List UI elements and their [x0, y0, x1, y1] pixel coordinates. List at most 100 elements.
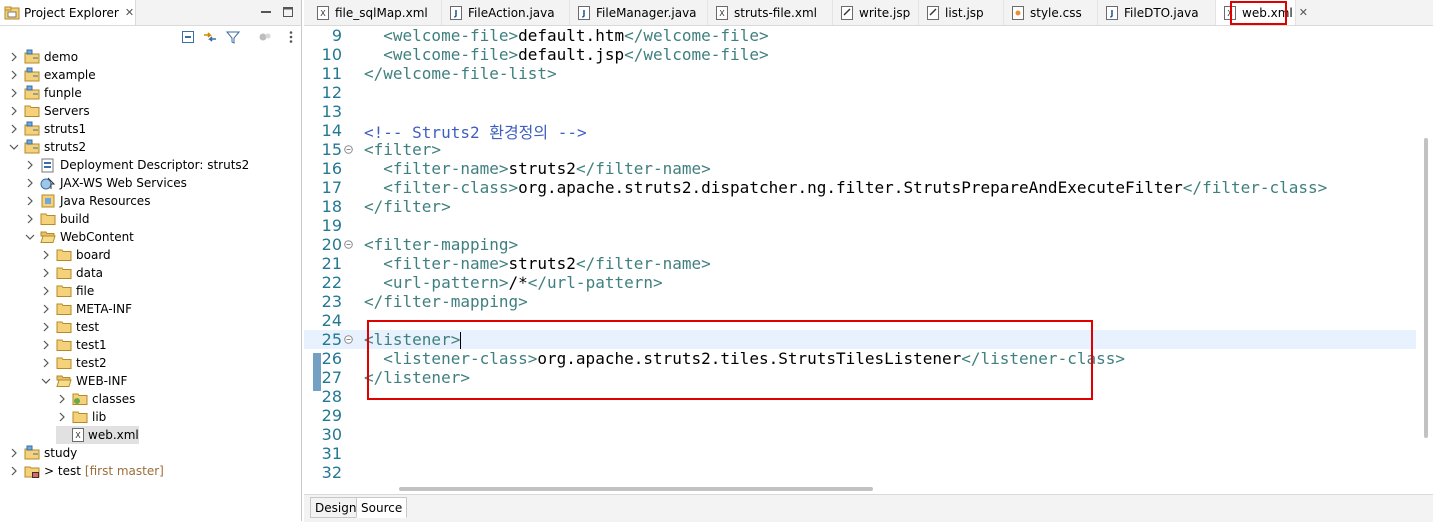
tree-item-test[interactable]: test: [40, 318, 99, 336]
chevron-down-icon[interactable]: [24, 231, 36, 243]
code-line[interactable]: 9 <welcome-file>default.htm</welcome-fil…: [304, 26, 1416, 45]
tab-web-xml[interactable]: Xweb.xml ✕: [1216, 0, 1308, 25]
code-line[interactable]: 10 <welcome-file>default.jsp</welcome-fi…: [304, 45, 1416, 64]
tree-item-build[interactable]: build: [24, 210, 90, 228]
tree-item-board[interactable]: board: [40, 246, 111, 264]
tree-item-data[interactable]: data: [40, 264, 103, 282]
link-with-editor-icon[interactable]: [202, 29, 218, 45]
tree-item-web-xml[interactable]: Xweb.xml: [56, 426, 139, 444]
code-line[interactable]: 26 <listener-class>org.apache.struts2.ti…: [304, 349, 1416, 368]
vertical-scrollbar[interactable]: [1419, 26, 1433, 484]
code-line[interactable]: 15 <filter>: [304, 140, 1416, 159]
chevron-right-icon[interactable]: [24, 177, 36, 189]
code-line[interactable]: 27 </listener>: [304, 368, 1416, 387]
chevron-right-icon[interactable]: [40, 339, 52, 351]
horizontal-scrollbar-thumb[interactable]: [399, 487, 873, 491]
tab-source[interactable]: Source: [356, 497, 408, 518]
code-line[interactable]: 11 </welcome-file-list>: [304, 64, 1416, 83]
chevron-right-icon[interactable]: [8, 447, 20, 459]
close-icon[interactable]: ✕: [125, 6, 134, 19]
chevron-right-icon[interactable]: [56, 411, 68, 423]
tree-item-java-resources[interactable]: Java Resources: [24, 192, 150, 210]
minimize-icon[interactable]: [258, 4, 274, 20]
tab-file-sqlmap-xml[interactable]: Xfile_sqlMap.xml: [309, 0, 442, 25]
code-line[interactable]: 21 <filter-name>struts2</filter-name>: [304, 254, 1416, 273]
tree-item-struts2[interactable]: struts2: [8, 138, 86, 156]
chevron-right-icon[interactable]: [24, 195, 36, 207]
tree-item-servers[interactable]: Servers: [8, 102, 90, 120]
code-line[interactable]: 16 <filter-name>struts2</filter-name>: [304, 159, 1416, 178]
chevron-right-icon[interactable]: [8, 69, 20, 81]
code-line[interactable]: 18 </filter>: [304, 197, 1416, 216]
tree-item-lib[interactable]: lib: [56, 408, 106, 426]
tree-item-meta-inf[interactable]: META-INF: [40, 300, 132, 318]
tree-item-funple[interactable]: funple: [8, 84, 82, 102]
tree-item-example[interactable]: example: [8, 66, 96, 84]
chevron-right-icon[interactable]: [8, 87, 20, 99]
code-line[interactable]: 22 <url-pattern>/*</url-pattern>: [304, 273, 1416, 292]
maximize-icon[interactable]: [280, 4, 296, 20]
tree-item-file[interactable]: file: [40, 282, 94, 300]
tree-item-webcontent[interactable]: WebContent: [24, 228, 134, 246]
tree-item-test2[interactable]: test2: [40, 354, 107, 372]
chevron-right-icon[interactable]: [24, 213, 36, 225]
horizontal-scrollbar[interactable]: [304, 484, 1419, 494]
focus-icon[interactable]: [257, 29, 273, 45]
tree-item-struts1[interactable]: struts1: [8, 120, 86, 138]
chevron-right-icon[interactable]: [24, 159, 36, 171]
chevron-right-icon[interactable]: [40, 303, 52, 315]
code-line[interactable]: 25 <listener>: [304, 330, 1416, 349]
code-line[interactable]: 31: [304, 444, 1416, 463]
tab-design[interactable]: Design: [310, 497, 362, 518]
tree-item-web-inf[interactable]: WEB-INF: [40, 372, 127, 390]
code-line[interactable]: 20 <filter-mapping>: [304, 235, 1416, 254]
tab-write-jsp[interactable]: write.jsp: [833, 0, 919, 25]
chevron-down-icon[interactable]: [40, 375, 52, 387]
tree-item-classes[interactable]: classes: [56, 390, 135, 408]
code-line[interactable]: 28: [304, 387, 1416, 406]
tree-item-label: demo: [44, 50, 79, 64]
tree-item-study[interactable]: study: [8, 444, 77, 462]
filter-icon[interactable]: [225, 29, 241, 45]
tree-item-jax-ws-web-services[interactable]: JAX-WS Web Services: [24, 174, 187, 192]
view-menu-icon[interactable]: [283, 29, 299, 45]
chevron-right-icon[interactable]: [8, 123, 20, 135]
tab-style-css[interactable]: style.css: [1004, 0, 1098, 25]
tree-item-demo[interactable]: demo: [8, 48, 78, 66]
chevron-right-icon[interactable]: [8, 105, 20, 117]
chevron-right-icon[interactable]: [40, 285, 52, 297]
close-icon[interactable]: ✕: [1299, 6, 1308, 19]
chevron-right-icon[interactable]: [40, 321, 52, 333]
vertical-scrollbar-thumb[interactable]: [1424, 138, 1428, 438]
tab-fileaction-java[interactable]: J FileAction.java: [442, 0, 570, 25]
code-line[interactable]: 30: [304, 425, 1416, 444]
code-line[interactable]: 29: [304, 406, 1416, 425]
chevron-right-icon[interactable]: [8, 51, 20, 63]
chevron-down-icon[interactable]: [8, 141, 20, 153]
fold-collapse-icon[interactable]: [343, 145, 353, 155]
tab-filedto-java[interactable]: J FileDTO.java: [1098, 0, 1216, 25]
fold-collapse-icon[interactable]: [343, 240, 353, 250]
chevron-right-icon[interactable]: [56, 393, 68, 405]
code-line[interactable]: 23 </filter-mapping>: [304, 292, 1416, 311]
code-line[interactable]: 17 <filter-class>org.apache.struts2.disp…: [304, 178, 1416, 197]
code-line[interactable]: 24: [304, 311, 1416, 330]
chevron-right-icon[interactable]: [8, 465, 20, 477]
code-line[interactable]: 19: [304, 216, 1416, 235]
tree-item-test1[interactable]: test1: [40, 336, 107, 354]
tree-item-test[interactable]: > test [first master]: [8, 462, 164, 480]
tab-list-jsp[interactable]: list.jsp: [919, 0, 1004, 25]
chevron-right-icon[interactable]: [40, 249, 52, 261]
fold-collapse-icon[interactable]: [343, 335, 353, 345]
code-line[interactable]: 12: [304, 83, 1416, 102]
tab-filemanager-java[interactable]: J FileManager.java: [570, 0, 708, 25]
project-explorer-tab[interactable]: Project Explorer ✕: [0, 0, 136, 25]
code-area[interactable]: 9 <welcome-file>default.htm</welcome-fil…: [304, 26, 1433, 484]
chevron-right-icon[interactable]: [40, 357, 52, 369]
tree-item-deployment-descriptor-struts2[interactable]: Deployment Descriptor: struts2: [24, 156, 249, 174]
collapse-all-icon[interactable]: [180, 29, 196, 45]
code-line[interactable]: 32: [304, 463, 1416, 482]
chevron-right-icon[interactable]: [40, 267, 52, 279]
tab-struts-file-xml[interactable]: Xstruts-file.xml: [708, 0, 833, 25]
code-line[interactable]: 14 <!-- Struts2 환경정의 -->: [304, 121, 1416, 142]
